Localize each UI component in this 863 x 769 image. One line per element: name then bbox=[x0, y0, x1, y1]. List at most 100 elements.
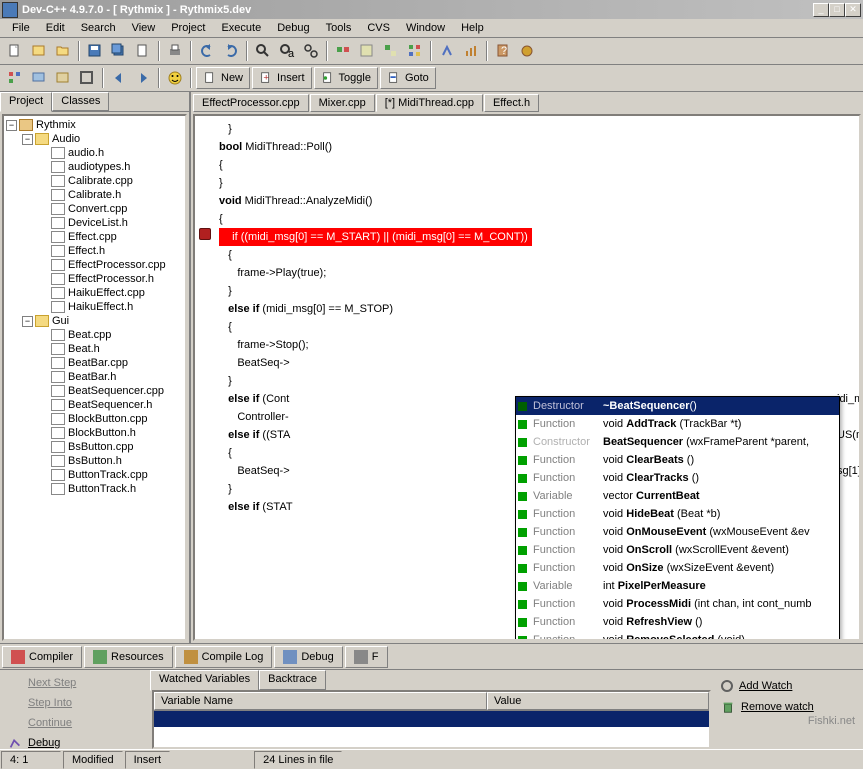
full-screen-icon[interactable] bbox=[76, 67, 98, 89]
options-icon[interactable] bbox=[52, 67, 74, 89]
autocomplete-popup[interactable]: Destructor~BeatSequencer()Functionvoid A… bbox=[515, 396, 840, 641]
tree-file[interactable]: audiotypes.h bbox=[6, 160, 183, 174]
tree-toggle[interactable]: − bbox=[6, 120, 17, 131]
tree-file[interactable]: BeatSequencer.h bbox=[6, 398, 183, 412]
autocomplete-item[interactable]: Destructor~BeatSequencer() bbox=[516, 397, 839, 415]
tree-file[interactable]: BsButton.cpp bbox=[6, 440, 183, 454]
tree-file[interactable]: EffectProcessor.cpp bbox=[6, 258, 183, 272]
col-variable-name[interactable]: Variable Name bbox=[154, 692, 487, 710]
autocomplete-item[interactable]: Functionvoid ClearTracks () bbox=[516, 469, 839, 487]
find-next-icon[interactable] bbox=[300, 40, 322, 62]
col-value[interactable]: Value bbox=[487, 692, 709, 710]
about-icon[interactable] bbox=[516, 40, 538, 62]
tree-toggle[interactable]: − bbox=[22, 134, 33, 145]
tab-project[interactable]: Project bbox=[0, 92, 52, 112]
minimize-button[interactable]: _ bbox=[813, 3, 829, 17]
tab-backtrace[interactable]: Backtrace bbox=[259, 670, 326, 690]
editor-tab[interactable]: Mixer.cpp bbox=[310, 94, 375, 112]
autocomplete-item[interactable]: Functionvoid OnScroll (wxScrollEvent &ev… bbox=[516, 541, 839, 559]
menu-project[interactable]: Project bbox=[163, 20, 213, 36]
autocomplete-item[interactable]: Functionvoid OnSize (wxSizeEvent &event) bbox=[516, 559, 839, 577]
breakpoint-marker[interactable] bbox=[199, 228, 211, 240]
debug-next-step[interactable]: Next Step bbox=[4, 674, 146, 692]
remove-watch-button[interactable]: Remove watch bbox=[717, 698, 859, 716]
menu-search[interactable]: Search bbox=[73, 20, 124, 36]
next-icon[interactable] bbox=[132, 67, 154, 89]
tree-file[interactable]: Beat.cpp bbox=[6, 328, 183, 342]
tab-classes[interactable]: Classes bbox=[52, 92, 109, 111]
debug-debug[interactable]: Debug bbox=[4, 734, 146, 752]
tree-file[interactable]: BeatBar.cpp bbox=[6, 356, 183, 370]
code-editor[interactable]: } bool MidiThread::Poll() { } void MidiT… bbox=[193, 114, 861, 641]
menu-view[interactable]: View bbox=[124, 20, 164, 36]
tree-file[interactable]: Calibrate.h bbox=[6, 188, 183, 202]
tree-file[interactable]: ButtonTrack.cpp bbox=[6, 468, 183, 482]
find-icon[interactable] bbox=[252, 40, 274, 62]
debug-continue[interactable]: Continue bbox=[4, 714, 146, 732]
toggle-button[interactable]: Toggle bbox=[314, 67, 378, 89]
tree-file[interactable]: audio.h bbox=[6, 146, 183, 160]
autocomplete-item[interactable]: Functionvoid RemoveSelected (void) bbox=[516, 631, 839, 641]
editor-tab[interactable]: EffectProcessor.cpp bbox=[193, 94, 309, 112]
editor-tab[interactable]: [*] MidiThread.cpp bbox=[376, 94, 483, 112]
tree-file[interactable]: HaikuEffect.h bbox=[6, 300, 183, 314]
tree-file[interactable]: BsButton.h bbox=[6, 454, 183, 468]
output-tab-debug[interactable]: Debug bbox=[274, 646, 342, 668]
compile-icon[interactable] bbox=[332, 40, 354, 62]
profile-icon[interactable] bbox=[460, 40, 482, 62]
menu-debug[interactable]: Debug bbox=[269, 20, 317, 36]
tree-file[interactable]: EffectProcessor.h bbox=[6, 272, 183, 286]
print-icon[interactable] bbox=[164, 40, 186, 62]
compile-run-icon[interactable] bbox=[380, 40, 402, 62]
tree-root[interactable]: −Rythmix bbox=[6, 118, 183, 132]
output-tab-compiler[interactable]: Compiler bbox=[2, 646, 82, 668]
undo-icon[interactable] bbox=[196, 40, 218, 62]
replace-icon[interactable]: a bbox=[276, 40, 298, 62]
watch-row-selected[interactable] bbox=[154, 711, 709, 727]
tree-file[interactable]: Convert.cpp bbox=[6, 202, 183, 216]
add-watch-button[interactable]: Add Watch bbox=[717, 678, 859, 694]
tree-file[interactable]: Beat.h bbox=[6, 342, 183, 356]
tree-file[interactable]: ButtonTrack.h bbox=[6, 482, 183, 496]
autocomplete-item[interactable]: Variablevector CurrentBeat bbox=[516, 487, 839, 505]
menu-window[interactable]: Window bbox=[398, 20, 453, 36]
output-tab-f[interactable]: F bbox=[345, 646, 388, 668]
project-tree[interactable]: −Rythmix−Audioaudio.haudiotypes.hCalibra… bbox=[2, 114, 187, 641]
tree-folder-gui[interactable]: −Gui bbox=[6, 314, 183, 328]
new-project-icon[interactable] bbox=[28, 40, 50, 62]
run-icon[interactable] bbox=[356, 40, 378, 62]
tree-file[interactable]: BeatBar.h bbox=[6, 370, 183, 384]
tree-file[interactable]: Effect.h bbox=[6, 244, 183, 258]
save-all-icon[interactable] bbox=[108, 40, 130, 62]
insert-button[interactable]: +Insert bbox=[252, 67, 312, 89]
new-file-icon[interactable] bbox=[4, 40, 26, 62]
watch-table[interactable]: Variable Name Value bbox=[152, 690, 711, 749]
menu-tools[interactable]: Tools bbox=[318, 20, 360, 36]
menu-execute[interactable]: Execute bbox=[213, 20, 269, 36]
autocomplete-item[interactable]: ConstructorBeatSequencer (wxFrameParent … bbox=[516, 433, 839, 451]
menu-cvs[interactable]: CVS bbox=[359, 20, 398, 36]
tree-file[interactable]: Effect.cpp bbox=[6, 230, 183, 244]
autocomplete-item[interactable]: Variableint PixelPerMeasure bbox=[516, 577, 839, 595]
tree-file[interactable]: Calibrate.cpp bbox=[6, 174, 183, 188]
redo-icon[interactable] bbox=[220, 40, 242, 62]
new-button[interactable]: New bbox=[196, 67, 250, 89]
goto-button[interactable]: Goto bbox=[380, 67, 436, 89]
editor-tab[interactable]: Effect.h bbox=[484, 94, 539, 112]
prev-icon[interactable] bbox=[108, 67, 130, 89]
save-icon[interactable] bbox=[84, 40, 106, 62]
autocomplete-item[interactable]: Functionvoid ProcessMidi (int chan, int … bbox=[516, 595, 839, 613]
class-browser-icon[interactable] bbox=[4, 67, 26, 89]
debug-icon[interactable] bbox=[436, 40, 458, 62]
output-tab-resources[interactable]: Resources bbox=[84, 646, 173, 668]
smile-icon[interactable] bbox=[164, 67, 186, 89]
autocomplete-item[interactable]: Functionvoid ClearBeats () bbox=[516, 451, 839, 469]
tree-file[interactable]: HaikuEffect.cpp bbox=[6, 286, 183, 300]
maximize-button[interactable]: □ bbox=[829, 3, 845, 17]
menu-file[interactable]: File bbox=[4, 20, 38, 36]
autocomplete-item[interactable]: Functionvoid RefreshView () bbox=[516, 613, 839, 631]
tree-toggle[interactable]: − bbox=[22, 316, 33, 327]
menu-edit[interactable]: Edit bbox=[38, 20, 73, 36]
tree-file[interactable]: DeviceList.h bbox=[6, 216, 183, 230]
bookmark-icon[interactable] bbox=[28, 67, 50, 89]
